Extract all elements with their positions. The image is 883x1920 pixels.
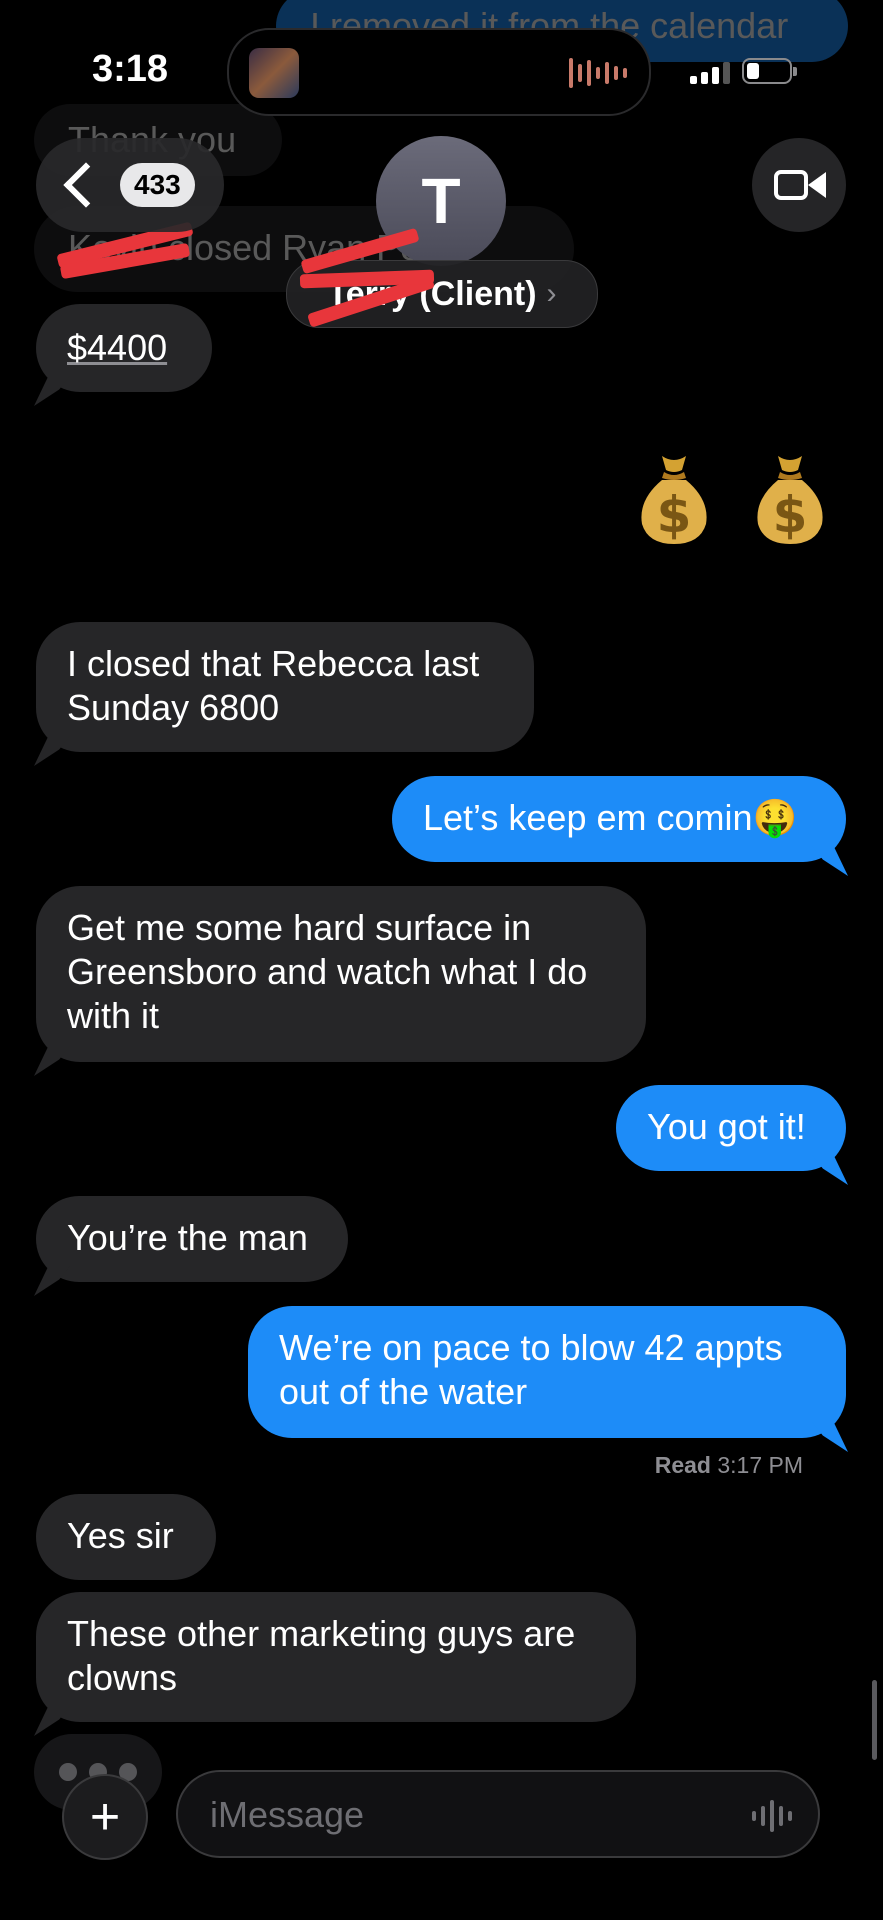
chevron-right-icon: › [546,277,557,310]
read-time: 3:17 PM [717,1452,803,1478]
svg-text:$: $ [657,486,692,544]
incoming-message: Yes sir [36,1494,216,1580]
now-playing-artwork [249,48,299,98]
video-camera-lens [808,172,826,198]
add-attachment-button[interactable]: + [62,1774,148,1860]
outgoing-message: We’re on pace to blow 42 appts out of th… [248,1306,846,1438]
incoming-message: Get me some hard surface in Greensboro a… [36,886,646,1062]
money-bag-emoji: $ [636,450,712,544]
incoming-message: These other marketing guys are clowns [36,1592,636,1722]
audio-waveform-icon [569,56,627,90]
chevron-left-icon [63,162,109,208]
incoming-message: I closed that Rebecca last Sunday 6800 [36,622,534,752]
read-receipt: Read 3:17 PM [655,1452,803,1479]
imessage-input[interactable]: iMessage [176,1770,820,1858]
incoming-message: You’re the man [36,1196,348,1282]
video-camera-icon [774,170,808,200]
outgoing-message: You got it! [616,1085,846,1171]
dictation-waveform-icon[interactable] [752,1800,792,1832]
read-label: Read [654,1452,711,1478]
status-time: 3:18 [92,48,169,90]
money-bag-emoji: $ [752,450,828,544]
amount-message: $4400 [36,304,212,392]
back-button[interactable]: 433 [36,138,224,232]
unread-count-badge: 433 [120,163,195,207]
svg-text:$: $ [773,486,808,544]
outgoing-message: Let’s keep em comin🤑 [392,776,846,862]
dynamic-island[interactable] [227,28,651,116]
input-placeholder: iMessage [210,1794,365,1835]
cellular-signal-icon [690,62,730,84]
scroll-indicator[interactable] [872,1680,877,1760]
battery-icon [742,58,797,84]
facetime-video-button[interactable] [752,138,846,232]
